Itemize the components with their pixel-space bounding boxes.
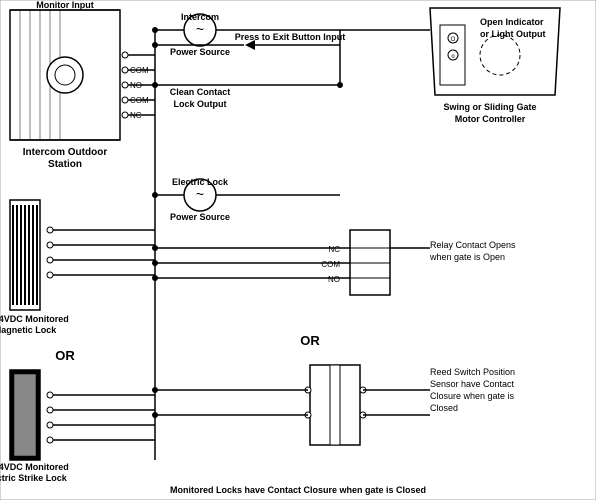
svg-text:Clean Contact: Clean Contact <box>170 87 231 97</box>
svg-text:Swing or Sliding Gate: Swing or Sliding Gate <box>443 102 536 112</box>
svg-text:Motor Controller: Motor Controller <box>455 114 526 124</box>
svg-text:Open Indicator: Open Indicator <box>480 17 544 27</box>
svg-text:Intercom Outdoor: Intercom Outdoor <box>23 147 108 158</box>
svg-text:12/24VDC Monitored: 12/24VDC Monitored <box>0 462 69 472</box>
svg-text:NC: NC <box>328 245 340 254</box>
svg-text:or Light Output: or Light Output <box>480 29 545 39</box>
svg-text:COM: COM <box>321 260 340 269</box>
svg-text:Monitored Locks have Contact C: Monitored Locks have Contact Closure whe… <box>170 485 426 495</box>
svg-text:Closed: Closed <box>430 403 458 413</box>
svg-text:Electric Strike Lock: Electric Strike Lock <box>0 473 68 483</box>
svg-text:12/24VDC Monitored: 12/24VDC Monitored <box>0 314 69 324</box>
svg-text:Monitor Input: Monitor Input <box>36 0 93 10</box>
svg-text:Power Source: Power Source <box>170 47 230 57</box>
wiring-diagram: Monitor Input COM NO COM NC Intercom Out… <box>0 0 596 500</box>
svg-text:Reed Switch Position: Reed Switch Position <box>430 367 515 377</box>
svg-text:Intercom: Intercom <box>181 12 219 22</box>
svg-text:Relay Contact Opens: Relay Contact Opens <box>430 240 516 250</box>
svg-text:Press to Exit Button Input: Press to Exit Button Input <box>235 32 346 42</box>
svg-text:NO: NO <box>328 275 340 284</box>
svg-text:Closure when gate is: Closure when gate is <box>430 391 515 401</box>
svg-text:Magnetic Lock: Magnetic Lock <box>0 325 57 335</box>
svg-text:Sensor have Contact: Sensor have Contact <box>430 379 515 389</box>
svg-text:OR: OR <box>300 333 320 348</box>
svg-text:O: O <box>451 37 456 43</box>
svg-text:Station: Station <box>48 159 82 170</box>
svg-text:Lock Output: Lock Output <box>174 99 227 109</box>
svg-text:Electric Lock: Electric Lock <box>172 177 229 187</box>
svg-text:Power Source: Power Source <box>170 212 230 222</box>
svg-text:OR: OR <box>55 348 75 363</box>
svg-text:~: ~ <box>196 21 204 37</box>
svg-text:when gate is Open: when gate is Open <box>429 252 505 262</box>
svg-text:~: ~ <box>196 186 204 202</box>
